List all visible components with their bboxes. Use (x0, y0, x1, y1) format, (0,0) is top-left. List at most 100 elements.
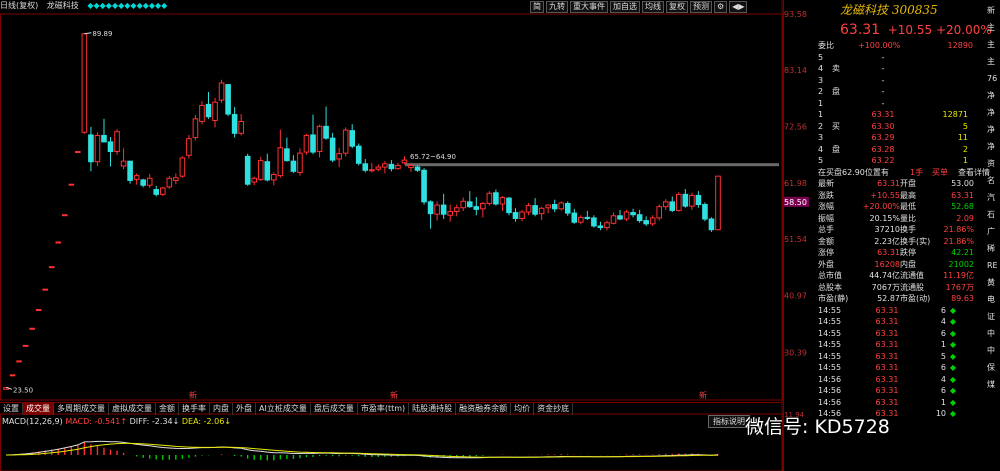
cell: 最新 (818, 179, 834, 188)
stat-row: 涨跌 +10.55最高 63.31 (818, 190, 1000, 202)
cell: 流通值 (900, 271, 924, 280)
candle (382, 163, 388, 168)
side-label[interactable]: 广 (987, 223, 1000, 240)
tab-after-volume[interactable]: 盘后成交量 (311, 403, 358, 415)
side-label[interactable]: 石 (987, 206, 1000, 223)
indicator-help-button[interactable]: 指标说明 (708, 415, 750, 428)
side-label[interactable]: 证 (987, 308, 1000, 325)
macd-diff: DIFF: -2.34↓ (129, 417, 180, 426)
candle (682, 193, 689, 207)
cell: 量比 (900, 213, 916, 223)
nav-arrows-icon[interactable]: ◀▶ (729, 1, 748, 13)
side-label[interactable]: RE (987, 257, 1000, 274)
tick-row: 14:56 63.31 1 ◆ (818, 397, 1000, 409)
candle (284, 148, 290, 162)
side-label[interactable]: 黄 (987, 274, 1000, 291)
side-label[interactable]: 主 (987, 36, 1000, 53)
cell: 44.74亿 (869, 271, 900, 280)
tab-pe[interactable]: 市盈率(ttm) (358, 403, 410, 415)
side-label[interactable]: 稀 (987, 240, 1000, 257)
tab-volume[interactable]: 成交量 (23, 403, 54, 415)
tick-row: 14:55 63.31 4 ◆ (818, 316, 1000, 328)
toolbar-jiuzhuan[interactable]: 九转 (546, 1, 568, 13)
tab-outer[interactable]: 外盘 (233, 403, 256, 415)
cell: +100.00% (858, 41, 901, 50)
cell: ◆ (949, 305, 957, 315)
candle (94, 134, 101, 163)
side-label[interactable]: 中 (987, 342, 1000, 359)
tab-multi-volume[interactable]: 多周期成交量 (54, 403, 109, 415)
candle (186, 138, 192, 156)
side-label[interactable]: 资 (987, 155, 1000, 172)
toolbar-simple[interactable]: 简 (530, 1, 544, 13)
cell: 21.86% (943, 236, 974, 246)
side-label[interactable]: 主 (987, 19, 1000, 36)
tab-inner[interactable]: 内盘 (210, 403, 233, 415)
side-label[interactable]: 新 (987, 2, 1000, 19)
candle (159, 187, 166, 195)
stock-title: 龙磁科技 300835 (840, 1, 938, 18)
settings-icon[interactable]: ⚙ (714, 1, 728, 13)
toolbar-adjust[interactable]: 复权 (666, 1, 688, 13)
tab-avg-price[interactable]: 均价 (511, 403, 535, 415)
tab-turnover[interactable]: 换手率 (179, 403, 210, 415)
macd-title: MACD(12,26,9) (2, 417, 63, 426)
quote-pct: +20.00% (935, 23, 992, 37)
candle (133, 175, 140, 180)
macd-dea: DEA: -2.06↓ (181, 417, 232, 426)
candle (597, 225, 604, 229)
toolbar-add-watch[interactable]: 加自选 (610, 1, 640, 13)
cell: 6 (940, 386, 946, 395)
cell: 买 (832, 121, 840, 131)
tab-hk-hold[interactable]: 陆股通持股 (409, 403, 457, 415)
side-label[interactable]: 名 (987, 172, 1000, 189)
toolbar-events[interactable]: 重大事件 (570, 1, 608, 13)
side-label[interactable]: 电 (987, 291, 1000, 308)
tab-settings[interactable]: 设置 (0, 403, 23, 415)
stat-row: 振幅 20.15%量比 2.09 (818, 213, 1000, 225)
candle (669, 201, 676, 211)
candle (506, 197, 512, 214)
cell: 2 (962, 144, 968, 154)
tab-ai-volume[interactable]: AI立桩成交量 (256, 403, 311, 415)
cell: 1767万 (945, 282, 974, 292)
toolbar-forecast[interactable]: 预测 (690, 1, 712, 13)
ask-row: 2盘 - (818, 86, 1000, 98)
candle (375, 166, 382, 170)
candle (114, 131, 120, 153)
toolbar-ma[interactable]: 均线 (642, 1, 664, 13)
cell: - (881, 98, 885, 108)
cell: 14:56 (818, 374, 842, 384)
tab-capital[interactable]: 资金抄底 (534, 403, 574, 415)
side-label[interactable]: 净 (987, 121, 1000, 138)
side-label[interactable]: 汽 (987, 189, 1000, 206)
side-label[interactable]: 煤 (987, 376, 1000, 393)
cell: 10 (935, 409, 946, 418)
cell: 63.31 (877, 179, 900, 188)
macd-legend: MACD(12,26,9) MACD: -0.541↑ DIFF: -2.34↓… (2, 417, 231, 426)
cell: 振幅 (818, 213, 834, 223)
cell: 52.68 (951, 202, 974, 211)
side-label[interactable]: 净 (987, 138, 1000, 155)
period-label[interactable]: 日线(复权) (0, 1, 38, 10)
stock-name-label: 龙磁科技 (46, 1, 79, 10)
side-label[interactable]: 净 (987, 104, 1000, 121)
cell: 63.31 (951, 190, 974, 200)
tab-margin[interactable]: 融资融券余额 (456, 403, 512, 415)
candle (35, 308, 42, 311)
tab-virtual-volume[interactable]: 虚拟成交量 (109, 403, 156, 415)
cell: ◆ (949, 374, 957, 384)
candle (257, 160, 264, 180)
side-label[interactable]: 76 (987, 70, 1000, 87)
cell: 89.63 (951, 294, 974, 303)
stat-row: 外盘 16208内盘 21002 (818, 259, 1000, 271)
tab-amount[interactable]: 金额 (156, 403, 179, 415)
cell: 3 (818, 133, 824, 142)
candle (584, 216, 591, 219)
candle (401, 159, 408, 164)
side-label[interactable]: 主 (987, 53, 1000, 70)
side-label[interactable]: 保 (987, 359, 1000, 376)
side-label[interactable]: 中 (987, 325, 1000, 342)
cell: - (881, 75, 885, 85)
side-label[interactable]: 净 (987, 87, 1000, 104)
